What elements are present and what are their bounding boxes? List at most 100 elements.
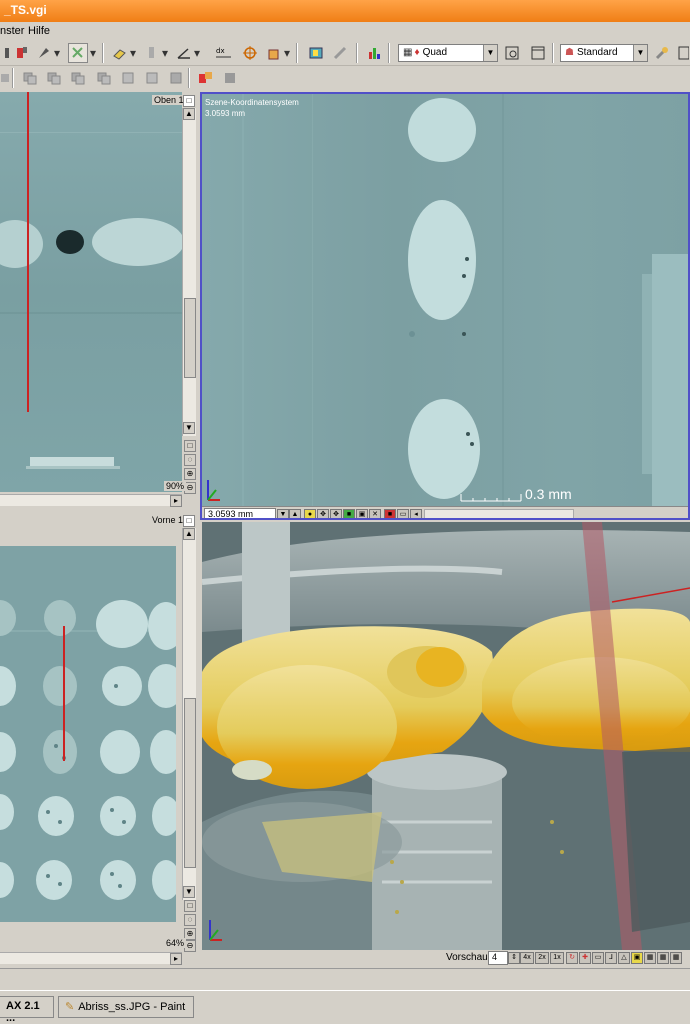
record-icon[interactable]: ■ <box>384 509 396 518</box>
scene-info: Szene-Koordinatensystem 3.0593 mm <box>205 97 299 119</box>
object-tool-icon[interactable] <box>196 68 216 88</box>
refresh-icon[interactable]: ↻ <box>566 952 578 964</box>
scroll-thumb[interactable] <box>184 698 196 868</box>
fit-icon[interactable]: □ <box>184 440 196 452</box>
fit-icon[interactable]: □ <box>184 900 196 912</box>
menu-item-window[interactable]: nster <box>0 25 24 37</box>
scroll-left-icon[interactable]: ◂ <box>410 509 422 518</box>
preview-1x-button[interactable]: 1x <box>550 952 564 964</box>
scroll-right-icon[interactable]: ▸ <box>170 495 182 507</box>
layer-remove-icon[interactable] <box>142 68 162 88</box>
vertical-scrollbar[interactable]: ▲ ▼ <box>182 528 196 900</box>
cube-icon[interactable] <box>264 43 284 63</box>
light-icon[interactable]: △ <box>618 952 630 964</box>
taskbar-item-paint[interactable]: ✎ Abriss_ss.JPG - Paint <box>58 996 194 1018</box>
object-select-icon[interactable] <box>220 68 240 88</box>
preview-4x-button[interactable]: 4x <box>520 952 534 964</box>
layer-add-icon[interactable] <box>118 68 138 88</box>
select-tool-icon[interactable] <box>68 43 88 63</box>
chevron-down-icon[interactable]: ▼ <box>633 45 647 61</box>
status-bar <box>0 968 690 990</box>
preview-value-field[interactable]: 4 <box>488 951 508 965</box>
paint-tool-icon[interactable] <box>12 43 32 63</box>
view-combo[interactable]: ☗ Standard ▼ <box>560 44 648 62</box>
layer-copy-icon[interactable] <box>44 68 64 88</box>
chevron-down-icon[interactable]: ▾ <box>192 43 202 63</box>
crosshair-icon[interactable] <box>240 43 260 63</box>
layer-merge-icon[interactable] <box>68 68 88 88</box>
chevron-down-icon[interactable]: ▾ <box>160 43 170 63</box>
scene-value-field[interactable]: 3.0593 mm <box>204 508 276 518</box>
scroll-up-icon[interactable]: ▲ <box>183 528 195 540</box>
window-icon[interactable] <box>676 43 690 63</box>
scroll-right-icon[interactable]: ▸ <box>170 953 182 965</box>
zoom-reset-icon[interactable]: ◌ <box>184 454 196 466</box>
layout-combo[interactable]: ▦ ♦ Quad ▼ <box>398 44 498 62</box>
scroll-thumb[interactable] <box>184 298 196 378</box>
layer-icon[interactable] <box>20 68 40 88</box>
move-icon[interactable]: ✥ <box>317 509 329 518</box>
ruler-icon[interactable]: ▭ <box>397 509 409 518</box>
move-icon[interactable]: ✚ <box>579 952 591 964</box>
maximize-icon[interactable]: □ <box>183 515 195 527</box>
ruler-icon[interactable]: ▭ <box>592 952 604 964</box>
fit-view-icon[interactable] <box>502 43 522 63</box>
distance-tool-icon[interactable]: dx <box>214 43 234 63</box>
axis-icon[interactable]: ⅃ <box>605 952 617 964</box>
spin-icon[interactable]: ⇕ <box>508 952 520 964</box>
zoom-reset-icon[interactable]: ◌ <box>184 914 196 926</box>
scroll-down-icon[interactable]: ▼ <box>183 886 195 898</box>
color-icon[interactable]: ■ <box>343 509 355 518</box>
volume-render-3d[interactable] <box>202 522 690 950</box>
render-icon[interactable] <box>330 43 350 63</box>
scene-scroll-track[interactable] <box>424 509 574 518</box>
chevron-down-icon[interactable]: ▼ <box>483 45 497 61</box>
spin-up-icon[interactable]: ▲ <box>289 509 301 518</box>
eraser-icon[interactable] <box>110 43 130 63</box>
spin-down-icon[interactable]: ▼ <box>277 509 289 518</box>
layer-invert-icon[interactable] <box>166 68 186 88</box>
menu-bar: nster Hilfe <box>0 22 690 40</box>
clip-back-icon[interactable]: ▦ <box>657 952 669 964</box>
scroll-up-icon[interactable]: ▲ <box>183 108 195 120</box>
layer-split-icon[interactable] <box>94 68 114 88</box>
frame-icon[interactable] <box>528 43 548 63</box>
vertical-scrollbar[interactable]: ▲ ▼ <box>182 108 196 436</box>
snap-icon[interactable]: ● <box>304 509 316 518</box>
scroll-down-icon[interactable]: ▼ <box>183 422 195 434</box>
preview-label: Vorschau: <box>446 952 491 963</box>
zoom-in-icon[interactable]: ⊕ <box>184 468 196 480</box>
volume-icon[interactable] <box>306 43 326 63</box>
hand-icon[interactable] <box>142 43 162 63</box>
chevron-down-icon[interactable]: ▾ <box>282 43 292 63</box>
pick-tool-icon[interactable] <box>34 43 54 63</box>
ct-slice-front[interactable] <box>0 546 176 922</box>
menu-item-help[interactable]: Hilfe <box>28 25 50 37</box>
preview-2x-button[interactable]: 2x <box>535 952 549 964</box>
chevron-down-icon[interactable]: ▾ <box>128 43 138 63</box>
grid-icon[interactable] <box>0 68 10 88</box>
horizontal-scrollbar[interactable]: ▸ <box>0 494 182 507</box>
ct-slice-scene[interactable] <box>202 94 688 506</box>
chevron-down-icon[interactable]: ▾ <box>52 43 62 63</box>
ct-slice-front-image <box>0 546 176 922</box>
taskbar-item-app[interactable]: AX 2.1 ... <box>0 996 54 1024</box>
wrench-icon[interactable] <box>652 43 672 63</box>
clip-front-icon[interactable]: ▦ <box>644 952 656 964</box>
toolbar-separator <box>102 43 104 63</box>
close-icon[interactable]: ✕ <box>369 509 381 518</box>
axis-gizmo-icon <box>209 920 222 941</box>
toolbar-separator <box>552 43 554 63</box>
maximize-icon[interactable]: □ <box>183 95 195 107</box>
rotate-icon[interactable]: ✥ <box>330 509 342 518</box>
horizontal-scrollbar[interactable]: ▸ <box>0 952 182 965</box>
viewport-bottom-left: Vorne 1 □ ▲ ▼ □ ◌ ⊕ ⊖ 64% ▸ <box>0 512 196 968</box>
toolbar-separator <box>356 43 358 63</box>
ct-slice-top[interactable] <box>0 92 182 492</box>
target-icon[interactable]: ▣ <box>356 509 368 518</box>
histogram-icon[interactable] <box>364 43 384 63</box>
angle-tool-icon[interactable] <box>174 43 194 63</box>
snapshot-icon[interactable]: ▣ <box>631 952 643 964</box>
chevron-down-icon[interactable]: ▾ <box>88 43 98 63</box>
clip-side-icon[interactable]: ▦ <box>670 952 682 964</box>
